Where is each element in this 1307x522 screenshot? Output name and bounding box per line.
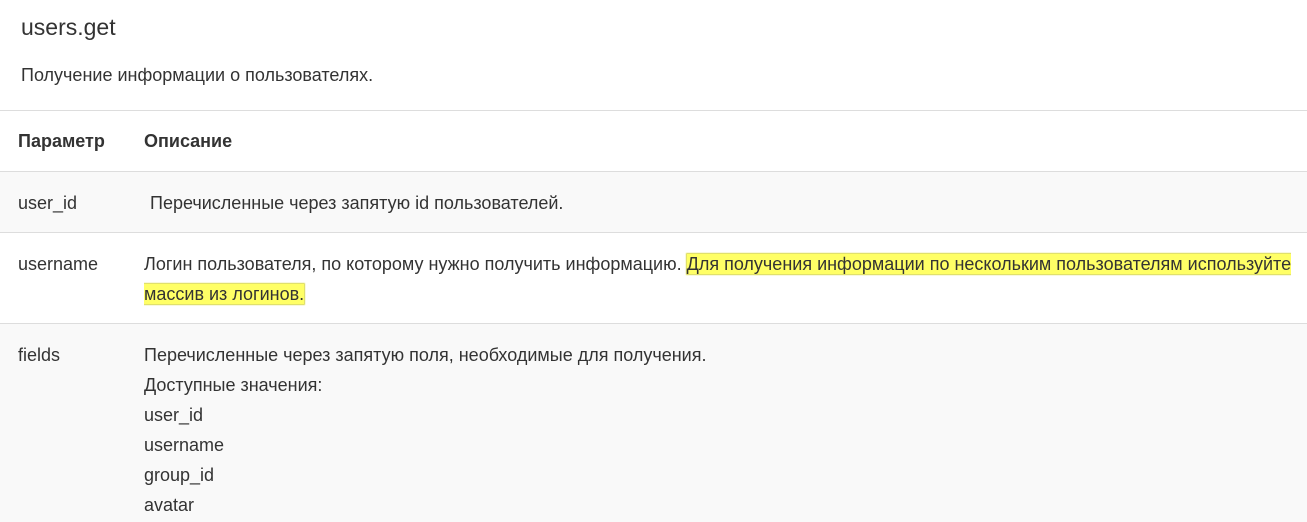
value-item: user_id	[144, 405, 204, 425]
param-name: user_id	[0, 171, 144, 233]
param-name: username	[0, 232, 144, 324]
header-description: Описание	[144, 110, 1307, 172]
method-title: users.get	[21, 14, 116, 40]
param-description-text: Логин пользователя, по которому нужно по…	[144, 254, 682, 274]
api-method-page: users.get Получение информации о пользов…	[0, 0, 1307, 522]
param-description-text: Перечисленные через запятую поля, необхо…	[144, 345, 707, 365]
param-description-text: Перечисленные через запятую id пользоват…	[150, 193, 564, 213]
table-row: fields Перечисленные через запятую поля,…	[0, 323, 1307, 522]
value-item: group_id	[144, 465, 215, 485]
values-label: Доступные значения:	[144, 375, 323, 395]
parameters-table: Параметр Описание user_id Перечисленные …	[0, 110, 1307, 522]
header-param: Параметр	[0, 110, 144, 172]
table-header-row: Параметр Описание	[0, 110, 1307, 172]
table-row: username Логин пользователя, по которому…	[0, 232, 1307, 324]
param-name: fields	[0, 323, 144, 522]
value-item: username	[144, 435, 225, 455]
value-item: avatar	[144, 495, 195, 515]
param-description: Логин пользователя, по которому нужно по…	[144, 232, 1307, 324]
param-description: Перечисленные через запятую id пользоват…	[144, 171, 1307, 233]
param-description: Перечисленные через запятую поля, необхо…	[144, 323, 1307, 522]
table-row: user_id Перечисленные через запятую id п…	[0, 171, 1307, 233]
method-description: Получение информации о пользователях.	[21, 65, 374, 85]
